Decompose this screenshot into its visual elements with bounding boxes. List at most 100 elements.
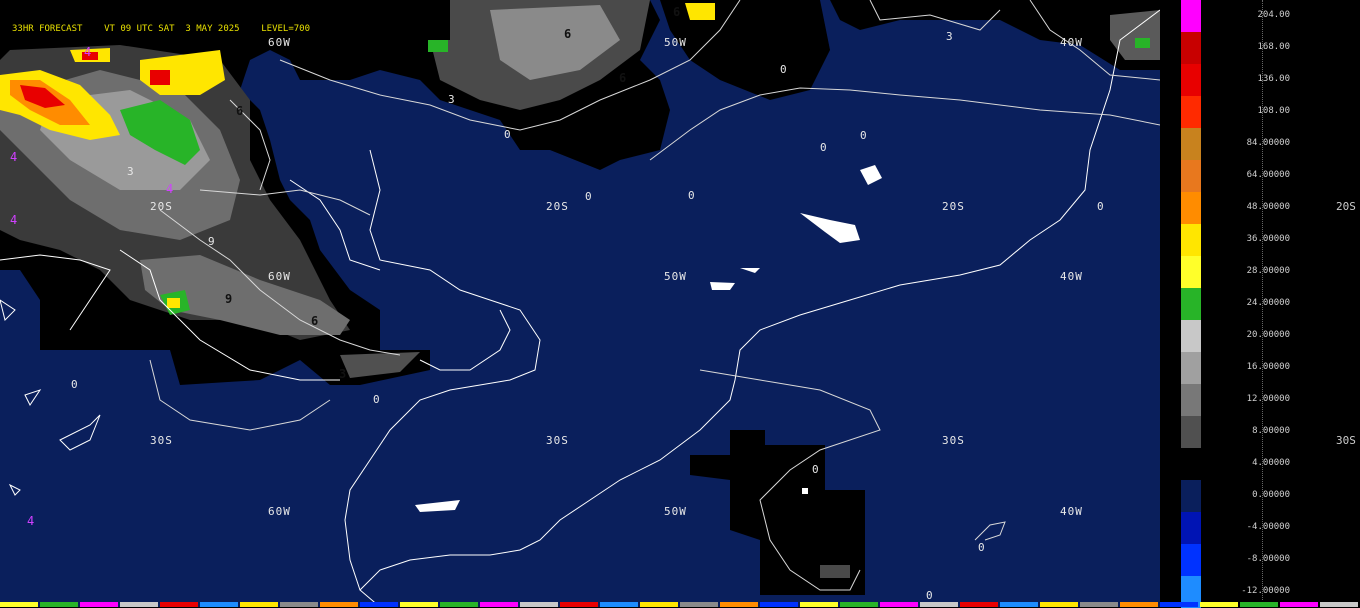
header-background: [0, 0, 450, 18]
strip-segment: [920, 602, 958, 607]
strip-segment: [440, 602, 478, 607]
strip-segment: [1120, 602, 1158, 607]
strip-segment: [880, 602, 918, 607]
strip-segment: [520, 602, 558, 607]
contour-label: 4: [10, 150, 19, 164]
legend-swatch: [1181, 416, 1201, 448]
grid-label-40w-mid: 40W: [1060, 270, 1083, 283]
legend-swatch: [1181, 320, 1201, 352]
legend-swatch: [1181, 32, 1201, 64]
contour-label: 0: [978, 541, 986, 554]
strip-segment: [1320, 602, 1358, 607]
strip-segment: [600, 602, 638, 607]
legend-swatch: [1181, 64, 1201, 96]
grid-label-60w-top: 60W: [268, 36, 291, 49]
grid-label-50w-bottom: 50W: [664, 505, 687, 518]
grid-label-60w-bottom: 60W: [268, 505, 291, 518]
contour-label: 4: [10, 213, 19, 227]
legend-tick-label: 8.00000: [1252, 426, 1290, 436]
legend-tick-label: 4.00000: [1252, 458, 1290, 468]
contour-label: 4: [166, 182, 175, 196]
contour-label: 0: [926, 589, 934, 602]
grid-label-50w-mid: 50W: [664, 270, 687, 283]
legend-tick-label: 16.00000: [1246, 362, 1290, 372]
legend-tick-label: 136.00: [1257, 74, 1290, 84]
legend-swatch: [1181, 352, 1201, 384]
strip-segment: [1200, 602, 1238, 607]
grid-label-60w-mid: 60W: [268, 270, 291, 283]
grid-label-40w-top: 40W: [1060, 36, 1083, 49]
contour-label: 0: [820, 141, 828, 154]
contour-label: 3: [946, 30, 954, 43]
legend-swatch: [1181, 288, 1201, 320]
strip-segment: [1160, 602, 1198, 607]
strip-segment: [240, 602, 278, 607]
legend-tick-label: -4.00000: [1246, 522, 1290, 532]
strip-segment: [400, 602, 438, 607]
strip-segment: [760, 602, 798, 607]
contour-label: 6: [311, 314, 320, 328]
strip-segment: [80, 602, 118, 607]
contour-label: 0: [1097, 200, 1105, 213]
legend-swatch: [1181, 96, 1201, 128]
strip-segment: [1240, 602, 1278, 607]
strip-segment: [0, 602, 38, 607]
legend-tick-label: 64.00000: [1246, 170, 1290, 180]
strip-segment: [720, 602, 758, 607]
map-layers: [0, 0, 1160, 607]
strip-segment: [360, 602, 398, 607]
contour-label: 0: [860, 129, 868, 142]
grid-label-30s-right: 30S: [942, 434, 965, 447]
contour-label: 3: [127, 165, 135, 178]
strip-segment: [280, 602, 318, 607]
legend-swatch: [1181, 0, 1201, 32]
grid-label-40w-bottom: 40W: [1060, 505, 1083, 518]
bottom-color-strip: [0, 602, 1358, 607]
contour-label: 0: [504, 128, 512, 141]
legend-tick-label: 36.00000: [1246, 234, 1290, 244]
contour-label: 0: [71, 378, 79, 391]
legend-tick-label: 20.00000: [1246, 330, 1290, 340]
legend-swatch: [1181, 224, 1201, 256]
grid-label-30s-mid: 30S: [546, 434, 569, 447]
contour-label: 6: [619, 71, 628, 85]
grid-label-30s-edge: 30S: [1336, 434, 1356, 447]
contour-label: 3: [448, 93, 456, 106]
legend-tick-label: 24.00000: [1246, 298, 1290, 308]
strip-segment: [960, 602, 998, 607]
grid-label-50w-top: 50W: [664, 36, 687, 49]
contour-label: 0: [812, 463, 820, 476]
legend-swatch: [1181, 384, 1201, 416]
legend-swatch: [1181, 448, 1201, 480]
strip-segment: [1080, 602, 1118, 607]
forecast-map[interactable]: 33HR FORECAST VT 09 UTC SAT 3 MAY 2025 L…: [0, 0, 1160, 607]
legend-tick-label: -12.00000: [1241, 586, 1290, 596]
grid-label-20s-mid: 20S: [546, 200, 569, 213]
grid-label-20s-left: 20S: [150, 200, 173, 213]
contour-label: 9: [208, 235, 216, 248]
legend-swatch: [1181, 480, 1201, 512]
grid-label-30s-left: 30S: [150, 434, 173, 447]
contour-label: 6: [673, 5, 682, 19]
contour-label: 0: [373, 393, 381, 406]
contour-label: 0: [780, 63, 788, 76]
contour-label: 4: [84, 45, 93, 59]
legend-swatch: [1181, 128, 1201, 160]
legend-swatch: [1181, 160, 1201, 192]
legend-tick-label: -8.00000: [1246, 554, 1290, 564]
strip-segment: [640, 602, 678, 607]
forecast-header: 33HR FORECAST VT 09 UTC SAT 3 MAY 2025 L…: [0, 18, 450, 40]
strip-segment: [40, 602, 78, 607]
legend-tick-label: 108.00: [1257, 106, 1290, 116]
strip-segment: [1280, 602, 1318, 607]
contour-label: 4: [27, 514, 36, 528]
legend-swatch: [1181, 192, 1201, 224]
contour-label: 9: [225, 292, 234, 306]
strip-segment: [1040, 602, 1078, 607]
legend-swatch: [1181, 256, 1201, 288]
strip-segment: [680, 602, 718, 607]
grid-label-20s-right: 20S: [942, 200, 965, 213]
contour-label: 3: [339, 367, 348, 381]
strip-segment: [1000, 602, 1038, 607]
strip-segment: [480, 602, 518, 607]
